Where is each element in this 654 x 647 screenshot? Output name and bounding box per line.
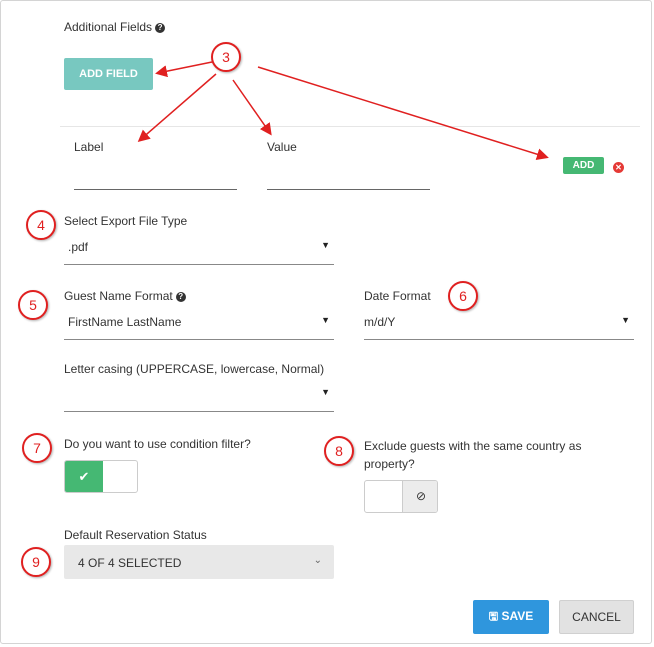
- annotation-arrow: [257, 66, 549, 161]
- annotation-arrow: [155, 61, 213, 78]
- annotation-badge-8: 8: [324, 436, 354, 466]
- annotation-arrow: [232, 79, 272, 136]
- annotation-badge-5: 5: [18, 290, 48, 320]
- annotation-badge-9: 9: [21, 547, 51, 577]
- annotation-arrows: [137, 61, 549, 161]
- annotation-badge-6: 6: [448, 281, 478, 311]
- annotation-badge-7: 7: [22, 433, 52, 463]
- annotation-badge-3: 3: [211, 42, 241, 72]
- annotation-arrow: [137, 73, 217, 142]
- annotation-badge-4: 4: [26, 210, 56, 240]
